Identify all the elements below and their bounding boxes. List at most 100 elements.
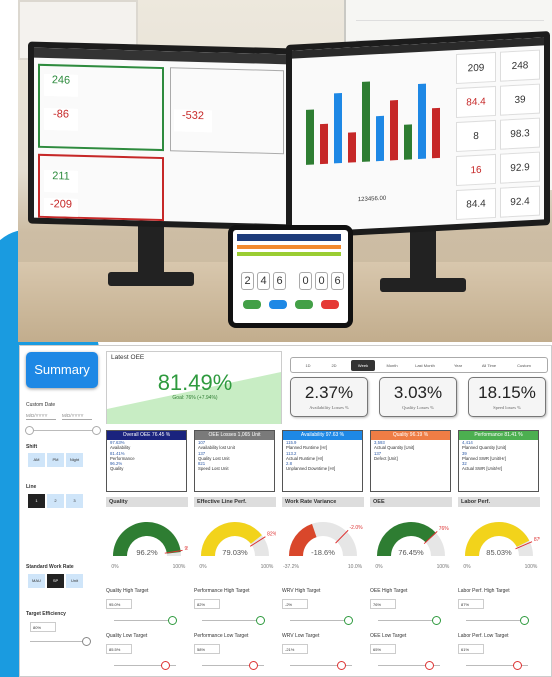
time-filter-2d[interactable]: 2D bbox=[323, 360, 345, 371]
metric-card-title: Overall OEE 76.45 % bbox=[107, 431, 186, 440]
metric-card-title: Performance 81.41 % bbox=[459, 431, 538, 440]
gauge-max: 100% bbox=[525, 564, 538, 570]
bar bbox=[390, 100, 398, 161]
summary-button[interactable]: Summary bbox=[26, 352, 98, 388]
low-target-label: WRV Low Target bbox=[282, 633, 320, 639]
gauge: 79.03% 82% 0% 100% bbox=[194, 506, 278, 578]
high-target-label: OEE High Target bbox=[370, 588, 408, 594]
metric-card: Quality 96.19 % 3,593 Actual Quantity [Uni… bbox=[370, 430, 451, 492]
high-target-slider[interactable] bbox=[256, 616, 265, 625]
time-filter-all-time[interactable]: All Time bbox=[475, 360, 503, 371]
time-filter-last-month[interactable]: Last Month bbox=[409, 360, 441, 371]
shift-am-button[interactable]: AM bbox=[28, 453, 45, 467]
target-efficiency-slider[interactable] bbox=[82, 637, 91, 646]
high-target-input[interactable]: 82% bbox=[194, 599, 220, 609]
high-target-input[interactable]: 76% bbox=[370, 599, 396, 609]
tablet-digit: 0 bbox=[299, 272, 312, 290]
high-target-slider[interactable] bbox=[520, 616, 529, 625]
gauge-value: 79.03% bbox=[222, 548, 248, 557]
metric-label: Actual SWR [Unit/Hr] bbox=[462, 466, 503, 472]
line-2-button[interactable]: 2 bbox=[47, 494, 64, 508]
high-target-label: Performance High Target bbox=[194, 588, 250, 594]
low-target-label: OEE Low Target bbox=[370, 633, 407, 639]
loss-card: 3.03% Quality Losses % bbox=[379, 377, 457, 417]
swr-unit-button[interactable]: Unit bbox=[66, 574, 83, 588]
kpi-tile: -209 bbox=[44, 197, 78, 217]
shift-night-button[interactable]: Night bbox=[66, 453, 83, 467]
low-target-input[interactable]: -21% bbox=[282, 644, 308, 654]
low-target-input[interactable]: 85.5% bbox=[106, 644, 132, 654]
high-target-slider[interactable] bbox=[168, 616, 177, 625]
time-filter-1d[interactable]: 1D bbox=[299, 360, 317, 371]
kpi-tile: 39 bbox=[500, 83, 540, 116]
bar bbox=[306, 109, 314, 165]
high-target-input[interactable]: 87% bbox=[458, 599, 484, 609]
low-target-label: Labor Perf. Low Target bbox=[458, 633, 509, 639]
low-target-slider[interactable] bbox=[161, 661, 170, 670]
metric-label: Unplanned Downtime [Hr] bbox=[286, 466, 336, 472]
gauge-max: 100% bbox=[173, 564, 186, 570]
kpi-tile: 84.4 bbox=[456, 187, 496, 221]
loss-value: 18.15% bbox=[478, 383, 536, 402]
kpi-tile: 8 bbox=[456, 119, 496, 153]
kpi-tile: 84.4 bbox=[456, 85, 496, 119]
kpi-tile: 246 bbox=[44, 73, 78, 97]
metric-card-title: Availability 97.63 % bbox=[283, 431, 362, 440]
gauge-value: 96.2% bbox=[136, 548, 158, 557]
line-3-button[interactable]: 3 bbox=[66, 494, 83, 508]
bar bbox=[418, 83, 426, 159]
high-target-label: WRV High Target bbox=[282, 588, 321, 594]
target-efficiency-input[interactable]: 80% bbox=[30, 622, 56, 632]
line-1-button[interactable]: 1 bbox=[28, 494, 45, 508]
latest-oee-title: Latest OEE bbox=[111, 354, 145, 361]
bar bbox=[362, 81, 370, 162]
low-target-slider[interactable] bbox=[249, 661, 258, 670]
swr-label: Standard Work Rate bbox=[26, 564, 74, 570]
footer-value: 123456.00 bbox=[357, 195, 387, 204]
date-from-input[interactable]: M/D/YYYY bbox=[26, 411, 56, 420]
metric-card: Availability 97.63 % 115.9 Planned Runtime… bbox=[282, 430, 363, 492]
time-filter-month[interactable]: Month bbox=[381, 360, 403, 371]
time-filter-week[interactable]: Week bbox=[351, 360, 375, 371]
bar-chart bbox=[306, 81, 440, 165]
shift-pm-button[interactable]: PM bbox=[47, 453, 64, 467]
low-target-slider[interactable] bbox=[513, 661, 522, 670]
high-target-slider[interactable] bbox=[344, 616, 353, 625]
low-target-slider[interactable] bbox=[337, 661, 346, 670]
bar bbox=[376, 115, 384, 162]
kpi-tile: 92.4 bbox=[500, 185, 540, 218]
date-to-input[interactable]: M/D/YYYY bbox=[62, 411, 92, 420]
gauge-value: 76.45% bbox=[398, 548, 424, 557]
high-target-label: Quality High Target bbox=[106, 588, 149, 594]
high-target-input[interactable]: -2% bbox=[282, 599, 308, 609]
loss-card: 2.37% Availability Losses % bbox=[290, 377, 368, 417]
gauge-min: -37.2% bbox=[283, 564, 299, 570]
metric-label: Quality bbox=[110, 466, 124, 472]
high-target-slider[interactable] bbox=[432, 616, 441, 625]
low-target-slider[interactable] bbox=[425, 661, 434, 670]
gauge-target-value: 95.0% bbox=[185, 546, 188, 552]
kpi-tile: -532 bbox=[174, 109, 212, 133]
target-efficiency-label: Target Efficiency bbox=[26, 611, 66, 617]
time-filter-custom[interactable]: Custom bbox=[509, 360, 539, 371]
date-slider-handle[interactable] bbox=[92, 426, 101, 435]
gauge: 96.2% 95.0% 0% 100% bbox=[106, 506, 199, 578]
loss-label: Speed losses % bbox=[493, 405, 521, 410]
time-filter-year[interactable]: Year bbox=[447, 360, 469, 371]
tablet: 246006 bbox=[228, 225, 353, 328]
gauge-min: 0% bbox=[463, 564, 471, 570]
custom-date-label: Custom Date bbox=[26, 402, 56, 408]
date-slider-handle[interactable] bbox=[25, 426, 34, 435]
low-target-input[interactable]: 58% bbox=[194, 644, 220, 654]
bar bbox=[320, 123, 328, 165]
gauge-target-value: -2.0% bbox=[350, 525, 364, 531]
tablet-digit: 4 bbox=[257, 272, 270, 290]
swr-sp-button[interactable]: SP bbox=[47, 574, 64, 588]
gauge: 85.03% 87% 0% 100% bbox=[458, 506, 544, 578]
low-target-input[interactable]: 61% bbox=[458, 644, 484, 654]
kpi-tile: 209 bbox=[456, 51, 496, 85]
high-target-input[interactable]: 95.0% bbox=[106, 599, 132, 609]
swr-mau-button[interactable]: MAU bbox=[28, 574, 45, 588]
kpi-tile: -86 bbox=[44, 107, 78, 131]
low-target-input[interactable]: 65% bbox=[370, 644, 396, 654]
